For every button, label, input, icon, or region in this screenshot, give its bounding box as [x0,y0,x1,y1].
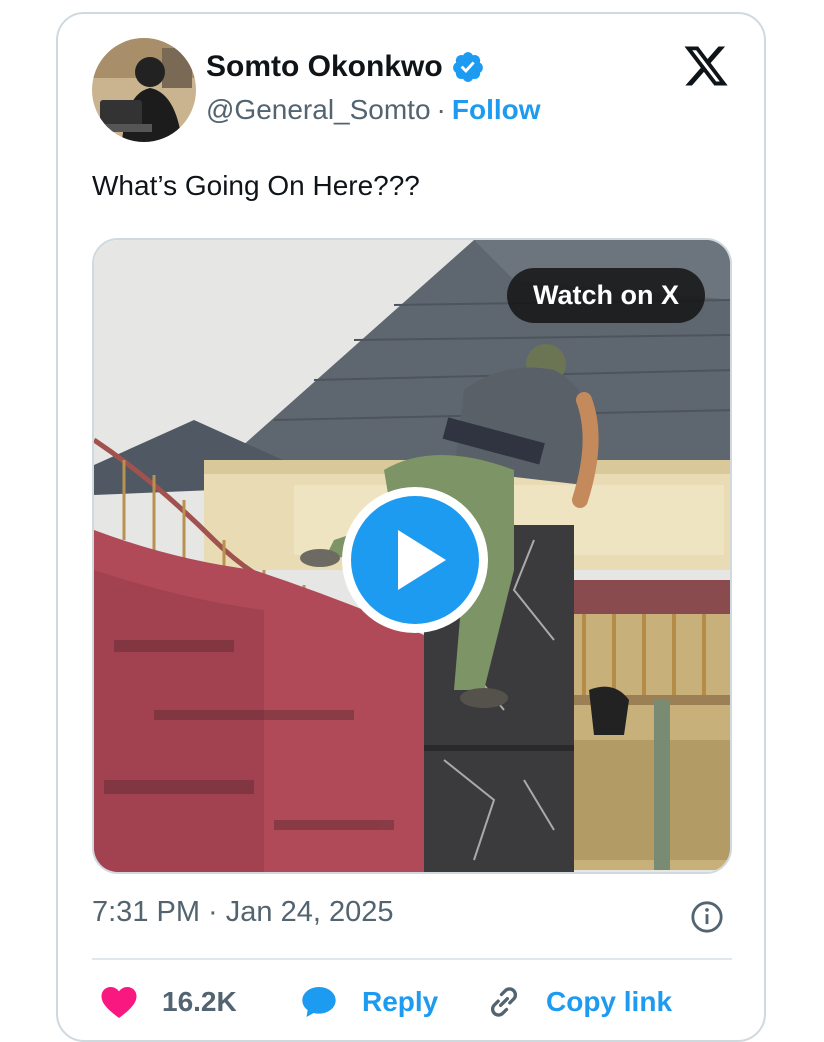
avatar[interactable] [92,38,196,142]
copy-link-label: Copy link [546,986,673,1017]
link-icon [491,987,517,1017]
like-count: 16.2K [162,986,237,1017]
reply-label: Reply [362,986,439,1017]
divider [92,958,732,960]
play-icon[interactable] [338,483,492,637]
heart-icon [101,987,137,1018]
author-handle[interactable]: @General_Somto [206,94,431,126]
author-handle-row: @General_Somto · Follow [206,94,541,126]
author-name-row[interactable]: Somto Okonkwo [206,50,485,84]
x-logo-icon[interactable] [680,42,732,90]
video-media[interactable]: Watch on X [92,238,732,874]
tweet-text: What’s Going On Here??? [92,170,420,201]
reply-bubble-icon [302,987,336,1017]
watch-on-x-button[interactable]: Watch on X [507,268,705,323]
follow-button[interactable]: Follow [452,94,541,126]
action-bar: 16.2K Reply Copy link [92,982,732,1028]
author-name[interactable]: Somto Okonkwo [206,50,443,84]
reply-button[interactable]: Reply [298,982,438,1022]
copy-link-button[interactable]: Copy link [484,982,672,1022]
tweet-timestamp[interactable]: 7:31 PM · Jan 24, 2025 [92,896,393,929]
info-icon[interactable] [690,900,724,934]
like-button[interactable]: 16.2K [98,982,237,1022]
separator-dot: · [436,94,446,125]
verified-badge-icon [452,52,483,82]
